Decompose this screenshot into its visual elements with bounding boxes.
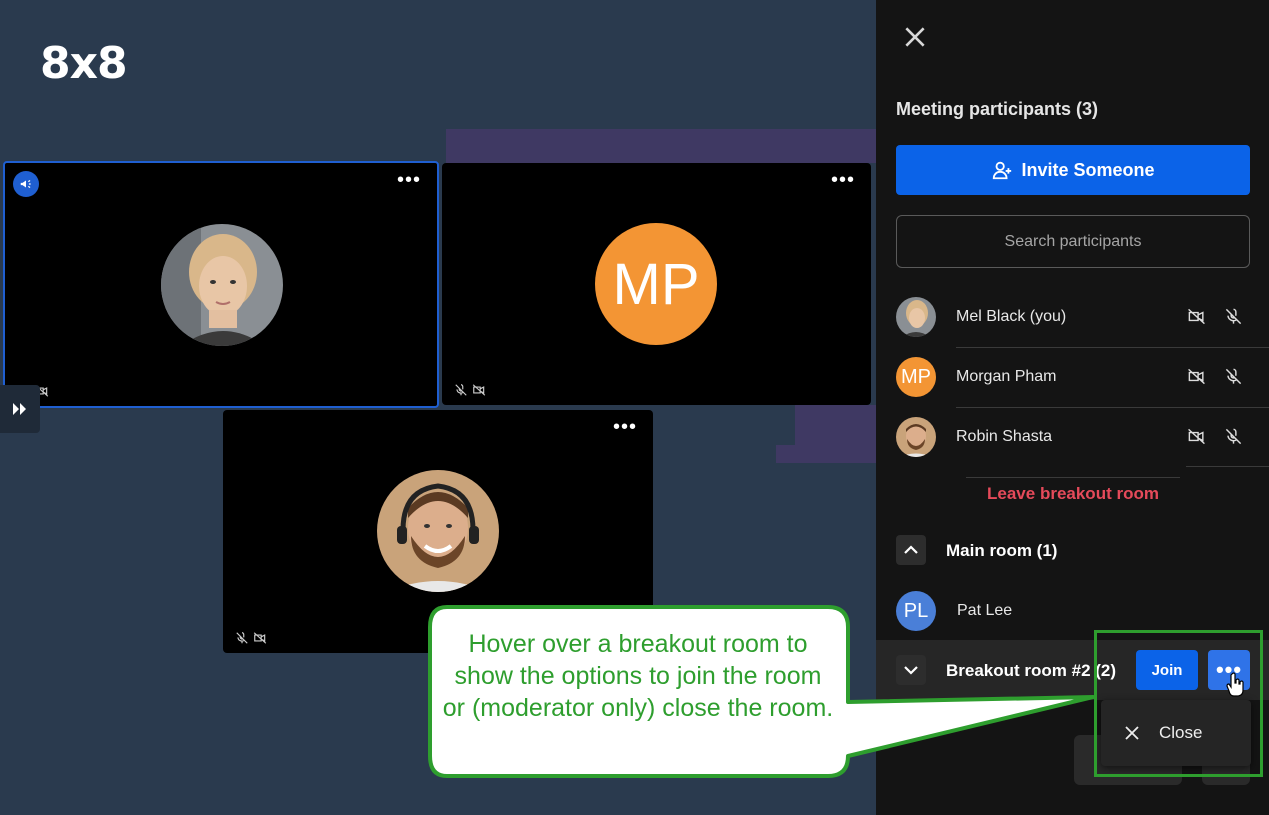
search-participants-input[interactable] [896,215,1250,268]
avatar-initials: MP [595,223,717,345]
invite-someone-button[interactable]: Invite Someone [896,145,1250,195]
filmstrip-toggle-button[interactable] [0,385,40,433]
participant-name: Mel Black (you) [956,308,1067,325]
tile-status-icons [454,383,486,397]
tile-more-options-icon[interactable]: ••• [831,170,855,190]
main-room-row[interactable]: Main room (1) [876,520,1269,580]
mic-off-icon [455,384,467,396]
divider [1186,466,1269,467]
megaphone-icon [13,171,39,197]
close-icon[interactable] [902,24,928,50]
participant-row[interactable]: Robin Shasta [896,408,1269,468]
camera-off-icon [1188,428,1205,445]
invite-someone-label: Invite Someone [1021,159,1155,180]
avatar-photo-woman [161,224,283,346]
chevron-up-icon[interactable] [896,535,926,565]
camera-off-icon [1188,308,1205,325]
mic-off-icon [1225,428,1242,445]
annotation-callout-text: Hover over a breakout room to show the o… [442,630,834,722]
background-shape [795,405,876,445]
participant-row[interactable]: Mel Black (you) [896,288,1269,348]
tile-more-options-icon[interactable]: ••• [613,417,637,437]
background-shape [446,129,876,163]
participant-status-icons [1187,367,1243,386]
video-tile-morgan[interactable]: ••• MP [442,163,871,405]
participant-name: Morgan Pham [956,368,1057,385]
fast-forward-icon [13,403,26,415]
avatar-photo-man [377,470,499,592]
mic-off-icon [1225,308,1242,325]
camera-off-icon [472,384,486,396]
camera-off-icon [1188,368,1205,385]
main-room-label: Main room (1) [946,541,1058,560]
participant-name: Robin Shasta [956,428,1053,445]
tile-status-icons [235,631,267,645]
avatar [896,297,936,337]
tile-more-options-icon[interactable]: ••• [397,170,421,190]
annotation-highlight-box [1094,630,1263,777]
participant-row[interactable]: MP Morgan Pham [896,348,1269,408]
video-tile-mel[interactable]: ••• [3,161,439,408]
avatar: MP [896,357,936,397]
add-user-icon [993,161,1012,180]
panel-title: Meeting participants (3) [896,99,1099,119]
mic-off-icon [1225,368,1242,385]
camera-off-icon [253,632,267,644]
participant-status-icons [1187,307,1243,326]
avatar [896,417,936,457]
participant-status-icons [1187,427,1243,446]
mic-off-icon [236,632,248,644]
app-logo: 8x8 [40,38,128,89]
background-shape [776,445,876,463]
leave-breakout-room-button[interactable]: Leave breakout room [966,484,1180,508]
divider [966,477,1180,478]
